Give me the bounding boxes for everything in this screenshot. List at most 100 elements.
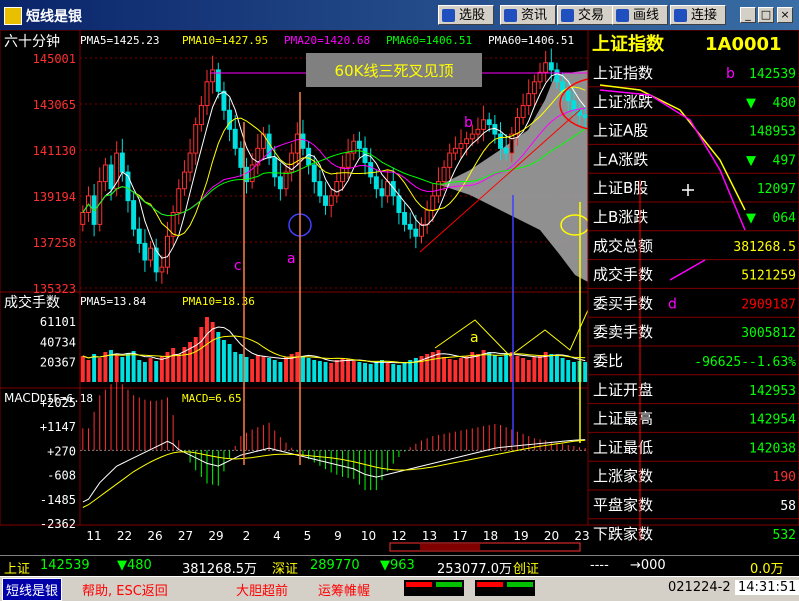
candle-body [328,195,334,206]
volume-letter-a: a [470,330,479,346]
price-y-tick: 145001 [33,52,76,66]
candle-body [469,133,475,140]
quote-label: 上证涨跌 [593,93,653,111]
restore-button[interactable]: □ [758,7,774,23]
volume-bar [261,356,266,382]
volume-bar [92,354,97,382]
volume-bar [566,360,571,382]
quote-label: 成交手数 [593,266,653,284]
quote-value: 3005812 [741,326,796,341]
volume-bar [346,359,351,382]
volume-bar [272,360,277,382]
volume-bar [210,322,215,382]
candle-body [452,147,458,154]
volume-bar [221,340,226,382]
volume-y-tick: 40734 [40,335,76,349]
status-sz-amount: 253077.0万 [437,562,513,577]
candle-body [181,171,187,190]
close-button[interactable]: × [777,7,793,23]
toolbar-button-4[interactable]: 连接 [670,5,726,25]
toolbar-button-3[interactable]: 画线 [612,5,668,25]
volume-bar [368,364,373,382]
volume-profile [440,70,588,282]
status-arrow: →000 [630,558,666,573]
quote-value: 480 [773,96,796,111]
x-axis-tick: 26 [147,529,162,543]
toolbar-icon [504,9,517,22]
volume-bar [351,361,356,382]
volume-y-tick: 61101 [40,315,76,329]
volume-bar [334,360,339,382]
candle-body [317,181,323,197]
candle-body [283,171,289,190]
toolbar-icon [442,9,455,22]
status-sz-change: ▼963 [380,558,415,573]
x-axis-tick: 20 [544,529,559,543]
toolbar-button-2[interactable]: 交易 [557,5,613,25]
status-cy-label: 创证 [513,562,540,577]
macd-y-tick: +1147 [40,420,76,434]
candle-body [311,164,317,183]
taskbar-help[interactable]: 帮助, ESC返回 [82,580,168,599]
candle-body [571,100,577,111]
volume-bar [323,362,328,382]
macd-y-tick: +2025 [40,396,76,410]
candle-body [272,157,278,178]
price-period-label: 六十分钟 [4,33,60,50]
volume-bar [142,362,147,382]
volume-bar [267,358,272,382]
candle-body [373,176,379,190]
candle-body [334,181,340,197]
candle-body [221,90,227,111]
toolbar-button-0[interactable]: 选股 [438,5,494,25]
taskbar-app-button[interactable]: 短线是银 [2,578,63,601]
macd-y-tick: -608 [47,469,76,483]
status-sh-label: 上证 [4,562,31,577]
volume-bar [86,360,91,382]
status-sz-value: 289770 [310,558,360,573]
price-letter-b: b [464,115,473,131]
candle-body [142,242,148,261]
candle-body [582,114,588,118]
quote-value: 2909187 [741,297,796,312]
price-y-tick: 135323 [33,282,76,296]
volume-bar [442,357,447,382]
stock-chart[interactable]: 14500114306514113013919413725813532360K线… [0,30,799,555]
candle-body [232,128,238,149]
price-ma-label: PMA60=1406.51 [386,34,472,47]
taskbar-time: 14:31:51 [735,580,799,595]
candle-body [204,81,210,107]
volume-bar [176,354,181,382]
candle-body [548,62,554,71]
volume-bar [114,355,119,382]
candle-body [503,147,509,154]
volume-annotation-line [434,309,589,357]
minimize-button[interactable]: _ [740,7,756,23]
toolbar-icon [561,9,574,22]
candle-body [537,71,543,83]
x-axis-tick: 4 [273,529,281,543]
status-sz-label: 深证 [272,562,299,577]
candle-body [441,166,447,183]
candle-body [238,147,244,168]
volume-bar [312,360,317,382]
candle-body [407,223,413,230]
candle-body [402,211,408,225]
volume-bar [363,363,368,382]
volume-bar [193,337,198,382]
volume-bar [532,357,537,382]
toolbar-button-1[interactable]: 资讯 [500,5,556,25]
macd-y-tick: -1485 [40,493,76,507]
volume-bar [97,358,102,382]
volume-bar [391,364,396,382]
x-axis-tick: 10 [361,529,376,543]
candle-body [531,81,537,95]
volume-bar [549,354,554,382]
x-axis-tick: 18 [483,529,498,543]
candle-body [475,128,481,135]
quote-label: 上证开盘 [593,381,653,399]
quote-label: 上证最高 [593,410,653,428]
candle-body [430,195,436,211]
candle-body [498,133,503,149]
candle-body [176,188,182,213]
